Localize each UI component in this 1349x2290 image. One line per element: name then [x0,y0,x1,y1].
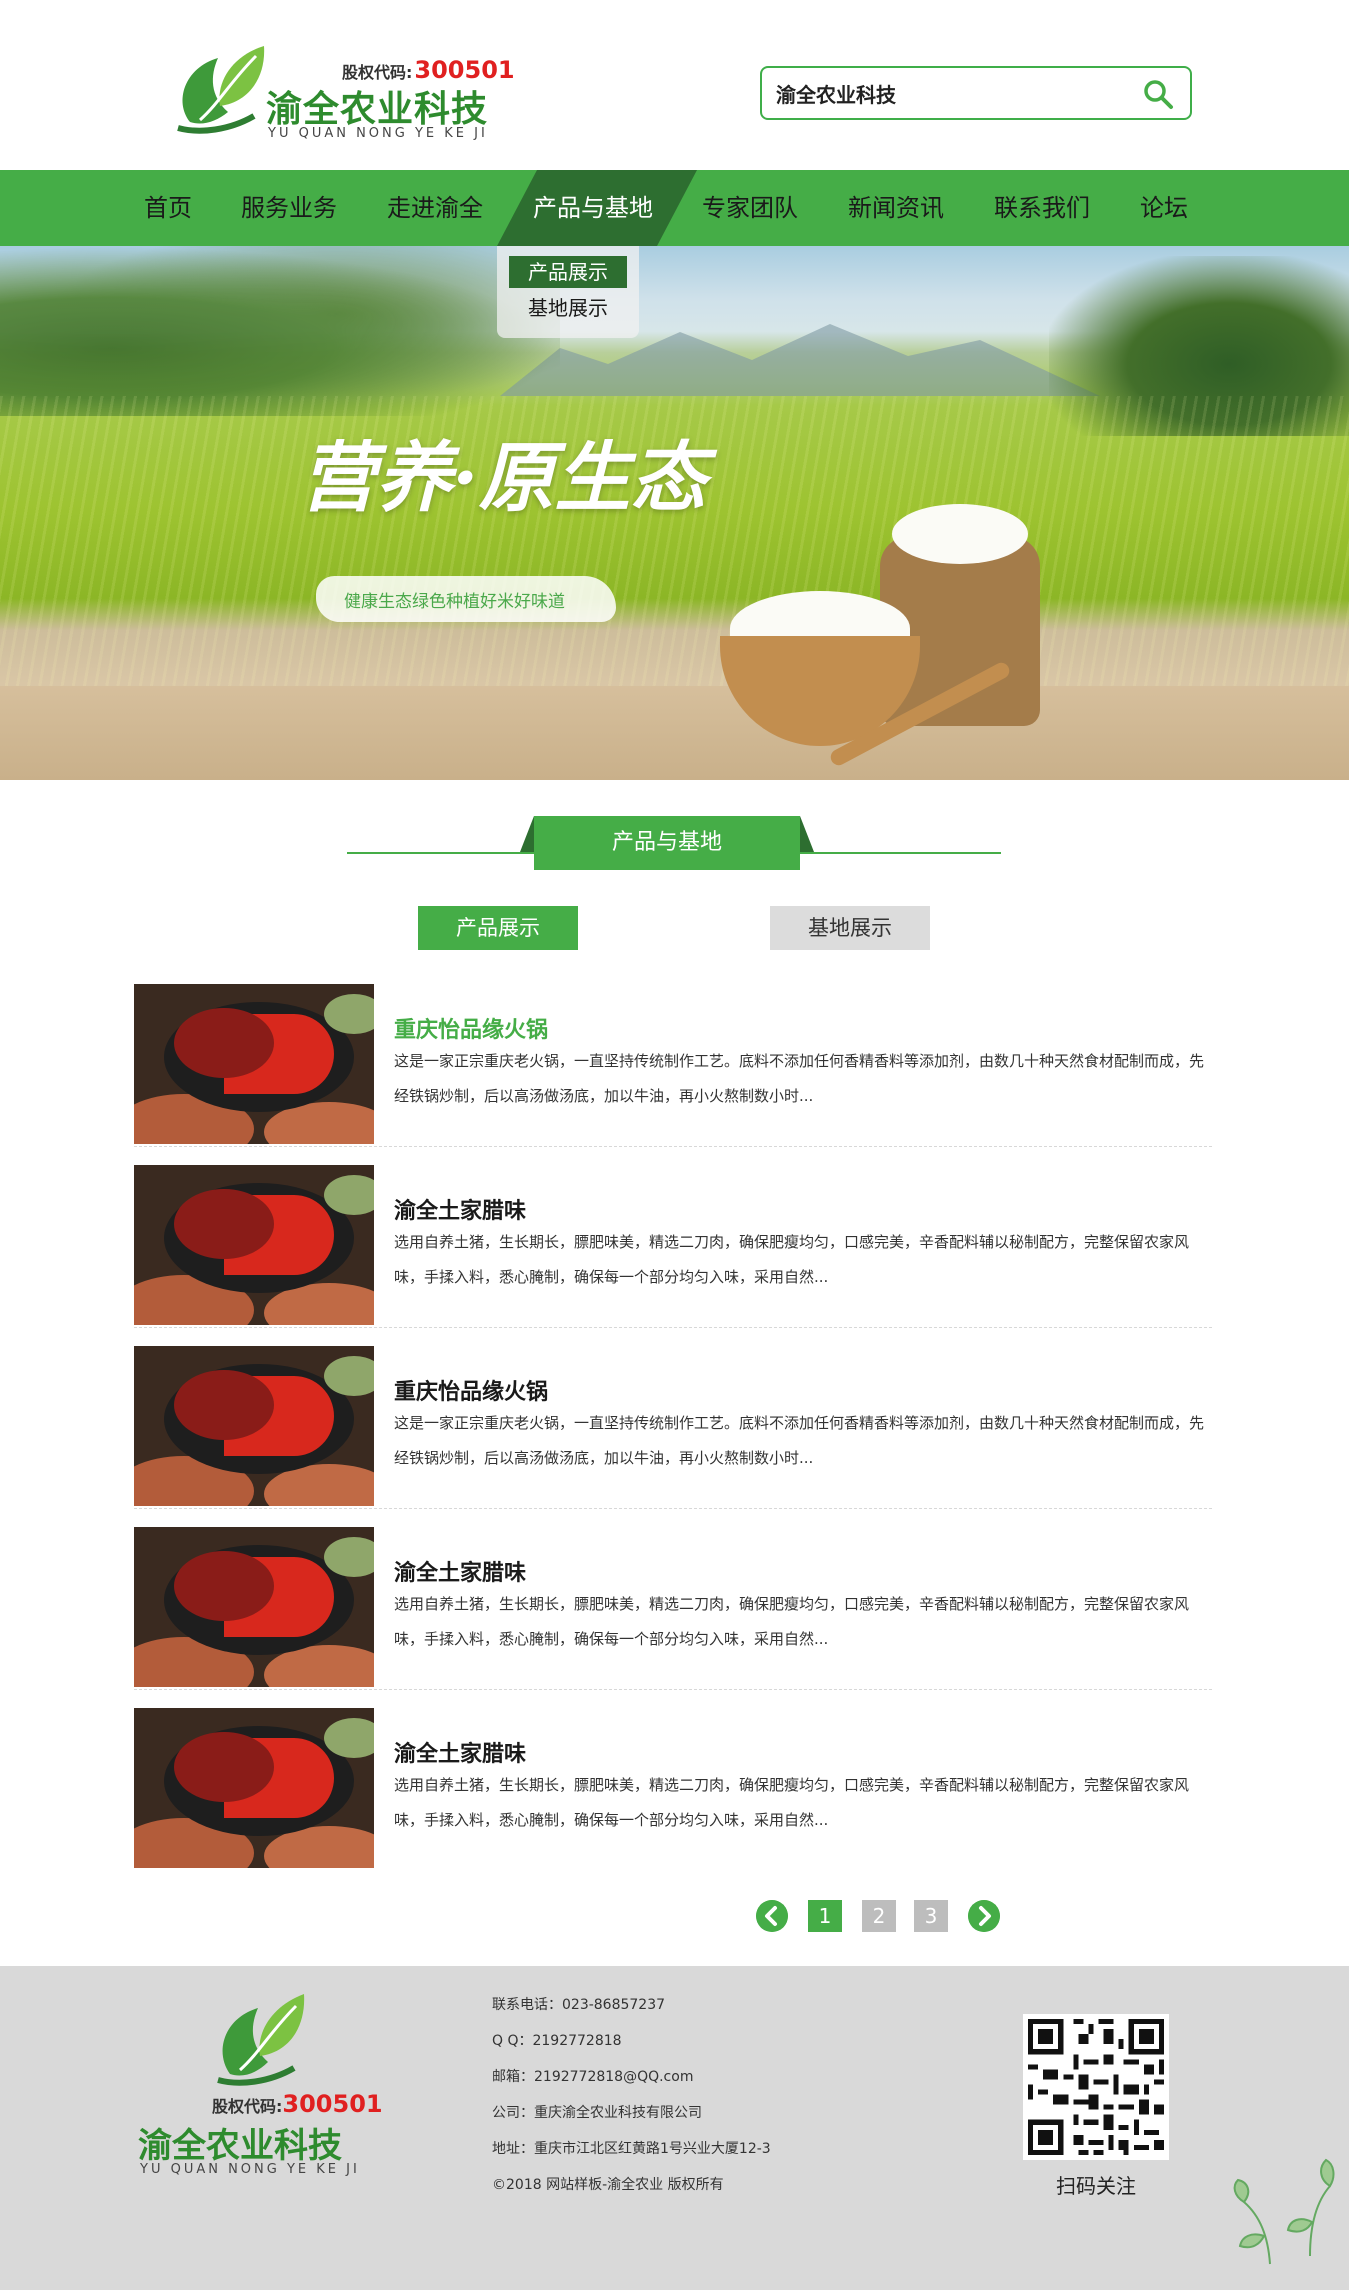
thumb-meat [174,1189,274,1259]
prev-page-icon[interactable] [756,1900,788,1932]
brand-name: 渝全农业科技 [266,89,489,130]
banner-subline: 健康生态绿色种植好米好味道 [344,592,565,612]
section-ribbon-right [800,816,814,852]
tab-base-display[interactable]: 基地展示 [770,906,930,950]
dropdown-item-product-display[interactable]: 产品展示 [509,256,627,288]
nav-item-home[interactable]: 首页 [144,170,192,246]
banner-wood-table [0,686,1349,780]
thumb-meat [174,1370,274,1440]
footer-phone: 联系电话：023-86857237 [492,1997,666,2013]
product-title[interactable]: 渝全土家腊味 [394,1555,526,1587]
page-button-1[interactable]: 1 [808,1900,842,1932]
nav-dropdown-products: 产品展示 基地展示 [497,246,639,338]
banner-sack-rice [892,504,1028,564]
list-item: 渝全土家腊味 选用自养土猪，生长期长，膘肥味美，精选二刀肉，确保肥瘦均匀，口感完… [134,1708,1212,1868]
item-separator [134,1689,1212,1690]
product-title[interactable]: 重庆怡品缘火锅 [394,1374,548,1406]
item-separator [134,1508,1212,1509]
hero-banner[interactable]: 营养·原生态 健康生态绿色种植好米好味道 [0,246,1349,780]
item-separator [134,1327,1212,1328]
nav-item-products-bases[interactable]: 产品与基地 [533,170,653,246]
footer-qq: Q Q：2192772818 [492,2033,622,2049]
next-page-icon[interactable] [968,1900,1000,1932]
footer-plant-decoration-icon [1233,2158,1335,2265]
product-description: 选用自养土猪，生长期长，膘肥味美，精选二刀肉，确保肥瘦均匀，口感完美，辛香配料辅… [394,1595,1190,1648]
product-description: 选用自养土猪，生长期长，膘肥味美，精选二刀肉，确保肥瘦均匀，口感完美，辛香配料辅… [394,1776,1190,1829]
qr-caption: 扫码关注 [1056,2174,1136,2198]
footer-company: 公司：重庆渝全农业科技有限公司 [492,2105,702,2121]
product-description: 这是一家正宗重庆老火锅，一直坚持传统制作工艺。底料不添加任何香精香料等添加剂，由… [394,1052,1205,1105]
dropdown-item-base-display[interactable]: 基地展示 [509,292,627,324]
thumb-meat [174,1008,274,1078]
search-box [760,66,1192,120]
product-description: 这是一家正宗重庆老火锅，一直坚持传统制作工艺。底料不添加任何香精香料等添加剂，由… [394,1414,1205,1467]
qr-code [1023,2014,1169,2160]
footer-address: 地址：重庆市江北区红黄路1号兴业大厦12-3 [492,2141,771,2157]
list-item: 重庆怡品缘火锅 这是一家正宗重庆老火锅，一直坚持传统制作工艺。底料不添加任何香精… [134,984,1212,1147]
site-logo[interactable]: 股权代码:300501 渝全农业科技 YU QUAN NONG YE KE JI [170,38,520,141]
product-thumbnail[interactable] [134,984,374,1144]
tab-product-display[interactable]: 产品展示 [418,906,578,950]
site-footer: 股权代码:300501 渝全农业科技 YU QUAN NONG YE KE JI… [0,1966,1349,2290]
nav-item-news[interactable]: 新闻资讯 [848,170,944,246]
footer-stock-code-label: 股权代码:300501 [212,2090,383,2118]
list-item: 渝全土家腊味 选用自养土猪，生长期长，膘肥味美，精选二刀肉，确保肥瘦均匀，口感完… [134,1165,1212,1328]
footer-brand-name-en: YU QUAN NONG YE KE JI [140,2162,360,2177]
nav-item-services[interactable]: 服务业务 [241,170,337,246]
nav-item-forum[interactable]: 论坛 [1140,170,1188,246]
main-nav: 首页 服务业务 走进渝全 产品与基地 专家团队 新闻资讯 联系我们 论坛 [0,170,1349,246]
footer-brand-name: 渝全农业科技 [138,2126,342,2166]
product-thumbnail[interactable] [134,1346,374,1506]
nav-item-about[interactable]: 走进渝全 [387,170,483,246]
footer-stock-code: 300501 [282,2090,383,2118]
brand-name-en: YU QUAN NONG YE KE JI [268,126,488,141]
footer-email[interactable]: 邮箱：2192772818@QQ.com [492,2066,693,2086]
product-title[interactable]: 重庆怡品缘火锅 [394,1012,548,1044]
product-title[interactable]: 渝全土家腊味 [394,1193,526,1225]
product-title[interactable]: 渝全土家腊味 [394,1736,526,1768]
page-button-2[interactable]: 2 [862,1900,896,1932]
item-separator [134,1146,1212,1147]
search-input[interactable] [776,76,1116,110]
banner-slogan: 营养·原生态 [300,433,707,522]
section-title: 产品与基地 [611,830,722,855]
product-thumbnail[interactable] [134,1165,374,1325]
nav-item-experts[interactable]: 专家团队 [702,170,798,246]
list-item: 渝全土家腊味 选用自养土猪，生长期长，膘肥味美，精选二刀肉，确保肥瘦均匀，口感完… [134,1527,1212,1690]
thumb-meat [174,1732,274,1802]
product-thumbnail[interactable] [134,1708,374,1868]
product-thumbnail[interactable] [134,1527,374,1687]
site-header: 股权代码:300501 渝全农业科技 YU QUAN NONG YE KE JI [0,0,1349,170]
search-icon[interactable] [1142,78,1174,110]
nav-item-contact[interactable]: 联系我们 [994,170,1090,246]
banner-trees-left [0,246,560,416]
page-button-3[interactable]: 3 [914,1900,948,1932]
leaf-logo-icon [177,46,265,134]
section-ribbon-left [520,816,534,852]
product-description: 选用自养土猪，生长期长，膘肥味美，精选二刀肉，确保肥瘦均匀，口感完美，辛香配料辅… [394,1233,1190,1286]
footer-copyright: ©2018 网站样板-渝全农业 版权所有 [492,2177,724,2193]
thumb-meat [174,1551,274,1621]
footer-stock-label: 股权代码: [212,2097,283,2116]
list-item: 重庆怡品缘火锅 这是一家正宗重庆老火锅，一直坚持传统制作工艺。底料不添加任何香精… [134,1346,1212,1509]
leaf-logo-icon [217,1994,305,2086]
